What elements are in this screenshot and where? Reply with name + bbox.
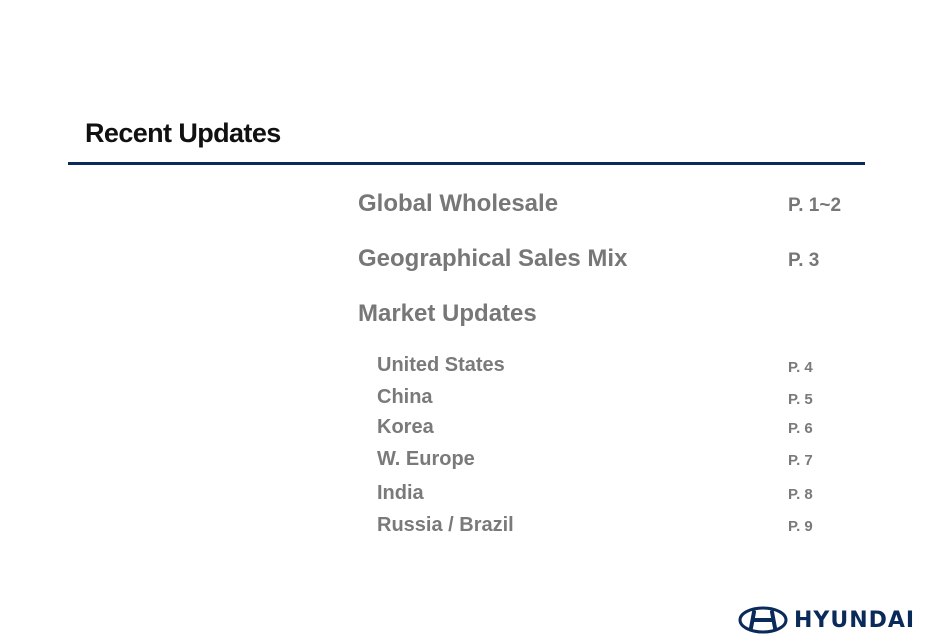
market-page: P. 9 (788, 518, 813, 535)
logo-wordmark: HYUNDAI (794, 607, 916, 633)
section-label: Geographical Sales Mix (358, 245, 628, 272)
market-label: China (377, 386, 433, 408)
market-page: P. 4 (788, 359, 813, 376)
market-page: P. 6 (788, 420, 813, 437)
section-label: Global Wholesale (358, 190, 559, 217)
market-page: P. 5 (788, 391, 813, 408)
market-label: Russia / Brazil (377, 514, 514, 536)
section-label: Market Updates (358, 300, 537, 327)
market-label: India (377, 482, 424, 504)
market-label: W. Europe (377, 448, 475, 470)
section-page: P. 3 (788, 250, 820, 271)
market-label: Korea (377, 416, 434, 438)
hyundai-emblem-icon (738, 606, 788, 634)
page-title: Recent Updates (85, 118, 281, 148)
title-divider (68, 162, 865, 165)
market-page: P. 7 (788, 452, 813, 469)
hyundai-logo: HYUNDAI (738, 604, 915, 636)
section-page: P. 1~2 (788, 195, 842, 216)
market-page: P. 8 (788, 486, 813, 503)
market-label: United States (377, 354, 505, 376)
